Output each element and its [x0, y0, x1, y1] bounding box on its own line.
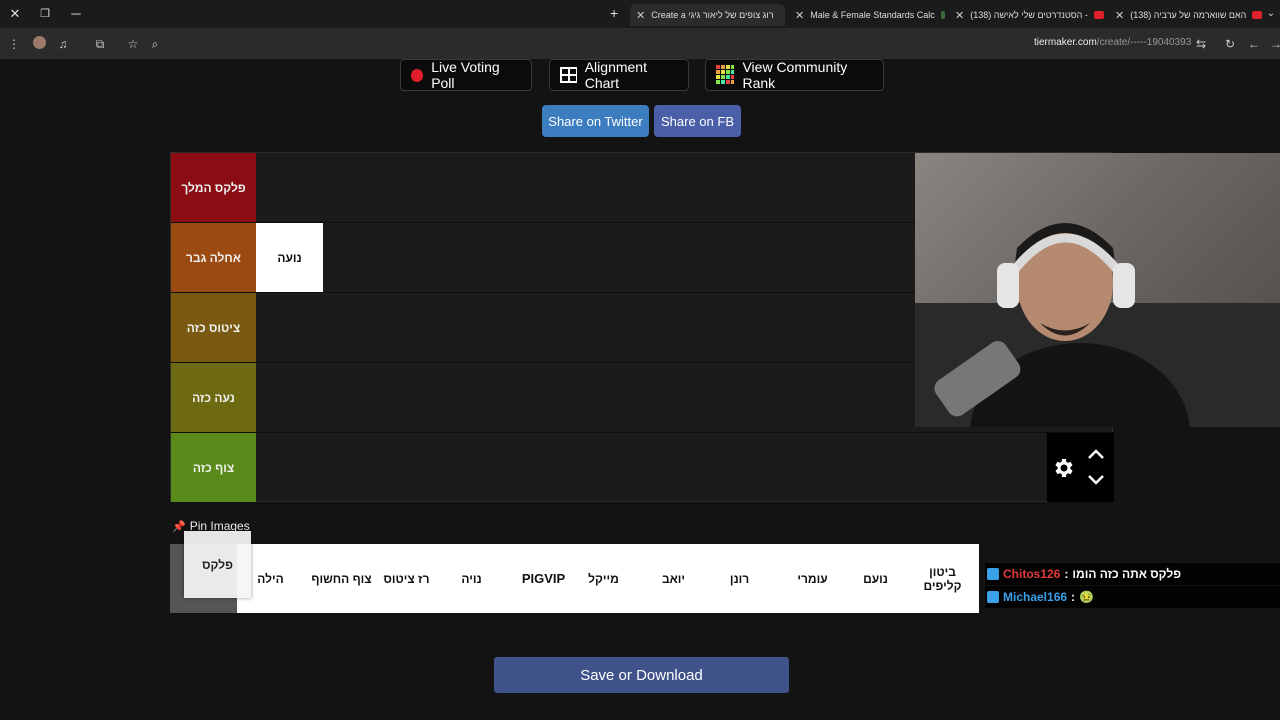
close-tab-icon[interactable]: ✕	[636, 9, 645, 22]
tiermaker-page: Live Voting Poll Alignment Chart View Co…	[0, 59, 1280, 720]
tab-standards-calc[interactable]: ✕ Male & Female Standards Calc	[795, 4, 945, 26]
tab-youtube-2[interactable]: ✕ (138) האם שווארמה של ערביה	[1115, 4, 1265, 26]
tab-title: (138) הסטנדרטים שלי לאישה -	[970, 10, 1088, 20]
tier-row[interactable]: צוף כזה	[171, 433, 1114, 503]
extensions-icon[interactable]: ⧉	[92, 36, 108, 52]
share-fb-button[interactable]: Share on FB	[654, 105, 741, 137]
image-pool: ביטון קליפים נועם עומרי רונן יואב מייקל …	[170, 544, 979, 613]
tab-title: (138) האם שווארמה של ערביה	[1130, 10, 1247, 20]
save-download-button[interactable]: Save or Download	[494, 657, 789, 693]
pool-item[interactable]: עומרי	[779, 544, 846, 613]
alignment-chart-button[interactable]: Alignment Chart	[549, 59, 689, 91]
menu-dots-icon[interactable]: ⋮	[6, 36, 22, 52]
tab-search-icon[interactable]: ⌄	[1262, 5, 1280, 23]
share-twitter-label: Share on Twitter	[548, 113, 643, 129]
record-dot-icon	[411, 68, 424, 82]
live-voting-button[interactable]: Live Voting Poll	[400, 59, 532, 91]
back-icon[interactable]: ←	[1246, 36, 1262, 52]
reload-icon[interactable]: ↻	[1222, 36, 1238, 52]
translate-icon[interactable]: ⇆	[1193, 36, 1209, 52]
stream-chat: Chitos126 : פלקס אתה כזה הומו Michael166…	[985, 563, 1280, 609]
chat-text: פלקס אתה כזה הומו	[1072, 567, 1182, 581]
pool-item[interactable]: רז ציטוס	[373, 544, 440, 613]
chat-username: Chitos126	[1003, 567, 1061, 581]
community-rank-button[interactable]: View Community Rank	[705, 59, 884, 91]
zoom-icon[interactable]: ⌕	[147, 36, 163, 52]
close-tab-icon[interactable]: ✕	[1115, 9, 1124, 22]
pool-item[interactable]: נויה	[438, 544, 505, 613]
twitch-icon	[987, 568, 999, 580]
dragging-item[interactable]: פלקס	[184, 531, 251, 598]
alignment-chart-label: Alignment Chart	[584, 59, 647, 91]
tab-youtube-1[interactable]: ✕ (138) הסטנדרטים שלי לאישה -	[955, 4, 1105, 26]
youtube-favicon-icon	[1093, 11, 1104, 19]
tier-controls	[1047, 433, 1114, 502]
chart-favicon-icon	[940, 11, 945, 19]
url-field[interactable]: tiermaker.com/create/-----19040393	[1034, 37, 1191, 48]
close-window-icon[interactable]: ✕	[6, 5, 24, 23]
tier-label[interactable]: פלקס המלך	[171, 153, 256, 222]
media-control-icon[interactable]: ♫	[55, 36, 71, 52]
minimize-window-icon[interactable]: ─	[67, 5, 85, 23]
live-voting-label: Live Voting Poll	[431, 59, 500, 91]
twitch-icon	[987, 591, 999, 603]
pool-item[interactable]: נועם	[842, 544, 909, 613]
tab-title: Male & Female Standards Calc	[810, 10, 935, 20]
gear-icon[interactable]	[1051, 456, 1075, 480]
save-download-label: Save or Download	[580, 666, 703, 684]
url-host: tiermaker.com	[1034, 37, 1097, 48]
streamer-video	[915, 223, 1280, 427]
close-tab-icon[interactable]: ✕	[795, 9, 804, 22]
youtube-favicon-icon	[1252, 11, 1263, 19]
pool-item[interactable]: ביטון קליפים	[909, 544, 976, 613]
pool-item[interactable]: PIGVIP	[510, 544, 577, 613]
color-grid-icon	[716, 65, 735, 84]
new-tab-icon[interactable]: +	[610, 5, 618, 21]
pool-item[interactable]: רונן	[706, 544, 773, 613]
share-twitter-button[interactable]: Share on Twitter	[542, 105, 649, 137]
pool-item[interactable]: מייקל	[570, 544, 637, 613]
browser-tabstrip: ✕ ❐ ─ + ✕ Create a רוג צופים של ליאור גי…	[0, 0, 1280, 28]
avatar[interactable]	[31, 36, 47, 52]
forward-icon[interactable]: →	[1268, 36, 1280, 52]
tier-label[interactable]: אחלה גבר	[171, 223, 256, 292]
tab-title: Create a רוג צופים של ליאור גיגי	[651, 10, 774, 20]
bookmark-star-icon[interactable]: ☆	[125, 36, 141, 52]
move-down-icon[interactable]	[1087, 473, 1105, 487]
tier-label[interactable]: ציטוס כזה	[171, 293, 256, 362]
community-rank-label: View Community Rank	[742, 59, 848, 91]
chat-text: 🤢	[1079, 590, 1094, 604]
pool-item[interactable]: יואב	[640, 544, 707, 613]
tier-label[interactable]: צוף כזה	[171, 433, 256, 502]
chat-message: Michael166 : 🤢	[985, 586, 1280, 608]
share-fb-label: Share on FB	[661, 113, 734, 129]
url-path: /create/-----19040393	[1096, 37, 1192, 48]
move-up-icon[interactable]	[1087, 447, 1105, 461]
webcam-overlay	[915, 153, 1280, 427]
grid-icon	[560, 67, 577, 83]
restore-window-icon[interactable]: ❐	[36, 5, 54, 23]
chat-message: Chitos126 : פלקס אתה כזה הומו	[985, 563, 1280, 585]
address-bar: ⋮ ♫ ⧉ ☆ ⌕ tiermaker.com/create/-----1904…	[0, 28, 1280, 59]
close-tab-icon[interactable]: ✕	[955, 9, 964, 22]
chat-username: Michael166	[1003, 590, 1068, 604]
tab-tiermaker[interactable]: ✕ Create a רוג צופים של ליאור גיגי	[630, 4, 785, 26]
tier-item[interactable]: נועה	[256, 223, 323, 292]
tier-label[interactable]: נעה כזה	[171, 363, 256, 432]
pool-item[interactable]: צוף החשוף	[308, 544, 375, 613]
